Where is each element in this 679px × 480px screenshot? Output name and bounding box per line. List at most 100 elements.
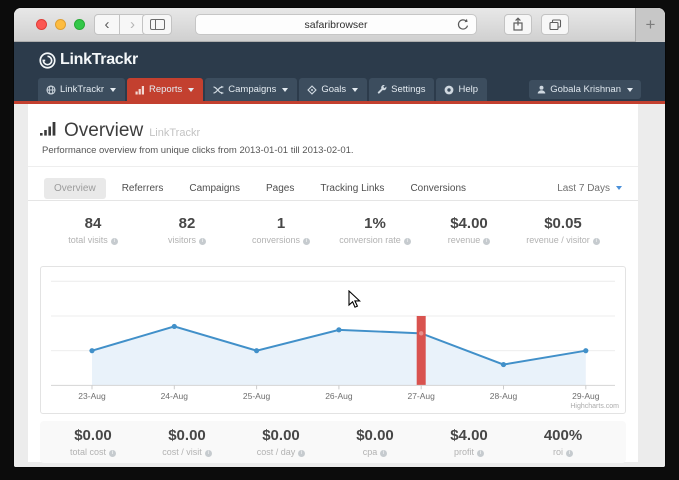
nav-item-settings[interactable]: Settings [369,78,434,101]
report-tabs: Overview Referrers Campaigns Pages Track… [28,167,638,201]
stat-profit: $4.00 profiti [422,427,516,457]
stats-top-row: 84 total visitsi 82 visitorsi 1 conversi… [28,201,638,245]
tab-overview[interactable]: Overview [44,178,106,199]
svg-text:26-Aug: 26-Aug [325,391,353,401]
stat-cost-visit: $0.00 cost / visiti [140,427,234,457]
app-nav: LinkTrackr Reports Campai [14,78,665,101]
browser-toolbar: ‹ › safaribrowser [14,8,665,42]
zoom-window-button[interactable] [74,19,85,30]
app-logo-text: LinkTrackr [60,51,138,69]
screenshot-matte: ‹ › safaribrowser [0,0,679,480]
chevron-down-icon [627,88,633,92]
chevron-down-icon [188,88,194,92]
close-window-button[interactable] [36,19,47,30]
info-icon[interactable]: i [111,238,118,245]
info-icon[interactable]: i [380,450,387,457]
info-icon[interactable]: i [593,238,600,245]
tab-referrers[interactable]: Referrers [112,178,174,199]
date-range-dropdown[interactable]: Last 7 Days [557,183,622,194]
nav-label: Campaigns [228,84,276,95]
bar-chart-icon [135,85,145,95]
svg-text:27-Aug: 27-Aug [407,391,435,401]
life-ring-icon [444,85,454,95]
page-header: Overview LinkTrackr Performance overview… [28,104,638,167]
show-tabs-button[interactable] [541,14,569,35]
reload-icon[interactable] [455,18,469,37]
tab-campaigns[interactable]: Campaigns [179,178,250,199]
stat-cost-day: $0.00 cost / dayi [234,427,328,457]
stat-revenue-visitor: $0.05 revenue / visitori [516,215,610,245]
info-icon[interactable]: i [404,238,411,245]
info-icon[interactable]: i [199,238,206,245]
app-logo[interactable]: LinkTrackr [38,51,138,70]
tabs-icon [548,18,563,32]
stat-roi: 400% roii [516,427,610,457]
content-panel: Overview LinkTrackr Performance overview… [28,104,638,462]
svg-text:23-Aug: 23-Aug [78,391,106,401]
stat-conversion-rate: 1% conversion ratei [328,215,422,245]
user-icon [537,85,546,94]
stats-bottom-row: $0.00 total costi $0.00 cost / visiti $0… [40,421,626,463]
chart-svg: 23-Aug 24-Aug 25-Aug 26-Aug 27-Aug 28-Aug 29-A… [41,267,625,413]
user-menu[interactable]: Gobala Krishnan [529,80,641,99]
wrench-icon [377,85,387,95]
browser-back-button[interactable]: ‹ [94,14,120,35]
page-title-brand: LinkTrackr [149,127,200,139]
stat-revenue: $4.00 revenuei [422,215,516,245]
browser-window: ‹ › safaribrowser [14,8,665,467]
nav-item-reports[interactable]: Reports [127,78,203,101]
nav-item-linktrackr[interactable]: LinkTrackr [38,78,125,101]
minimize-window-button[interactable] [55,19,66,30]
chevron-down-icon [110,88,116,92]
visits-chart[interactable]: 23-Aug 24-Aug 25-Aug 26-Aug 27-Aug 28-Aug 29-A… [40,266,626,414]
info-icon[interactable]: i [477,450,484,457]
stat-total-visits: 84 total visitsi [46,215,140,245]
sidebar-toggle-button[interactable] [142,14,172,35]
stat-cpa: $0.00 cpai [328,427,422,457]
info-icon[interactable]: i [298,450,305,457]
sidebar-icon [150,19,165,30]
diamond-icon [307,85,317,95]
chart-credit[interactable]: Highcharts.com [570,403,619,410]
share-icon [511,17,525,32]
address-bar[interactable]: safaribrowser [195,14,477,35]
app-header: LinkTrackr [14,42,665,78]
chevron-down-icon [282,88,288,92]
info-icon[interactable]: i [483,238,490,245]
stat-total-cost: $0.00 total costi [46,427,140,457]
chevron-down-icon [616,186,622,190]
info-icon[interactable]: i [303,238,310,245]
globe-icon [46,85,56,95]
stat-visitors: 82 visitorsi [140,215,234,245]
tab-conversions[interactable]: Conversions [400,178,476,199]
nav-label: Reports [149,84,182,95]
tab-tracking-links[interactable]: Tracking Links [310,178,394,199]
nav-label: LinkTrackr [60,84,104,95]
url-text: safaribrowser [304,19,367,31]
info-icon[interactable]: i [566,450,573,457]
chevron-down-icon [352,88,358,92]
overview-chart-icon [40,121,58,136]
traffic-lights [36,19,85,30]
user-name: Gobala Krishnan [550,84,621,95]
svg-text:25-Aug: 25-Aug [243,391,271,401]
svg-text:29-Aug: 29-Aug [572,391,600,401]
page-title: Overview [64,120,143,142]
info-icon[interactable]: i [109,450,116,457]
page-body: Overview LinkTrackr Performance overview… [14,104,665,467]
share-button[interactable] [504,14,532,35]
nav-item-help[interactable]: Help [436,78,487,101]
linktrackr-logo-icon [38,51,57,70]
page-subtitle: Performance overview from unique clicks … [42,145,622,156]
tab-pages[interactable]: Pages [256,178,304,199]
new-tab-button[interactable]: + [635,8,665,42]
svg-text:28-Aug: 28-Aug [490,391,518,401]
info-icon[interactable]: i [205,450,212,457]
stat-conversions: 1 conversionsi [234,215,328,245]
nav-item-campaigns[interactable]: Campaigns [205,78,297,101]
nav-label: Goals [321,84,346,95]
nav-label: Help [458,84,478,95]
svg-text:24-Aug: 24-Aug [161,391,189,401]
nav-item-goals[interactable]: Goals [299,78,367,101]
nav-label: Settings [391,84,425,95]
